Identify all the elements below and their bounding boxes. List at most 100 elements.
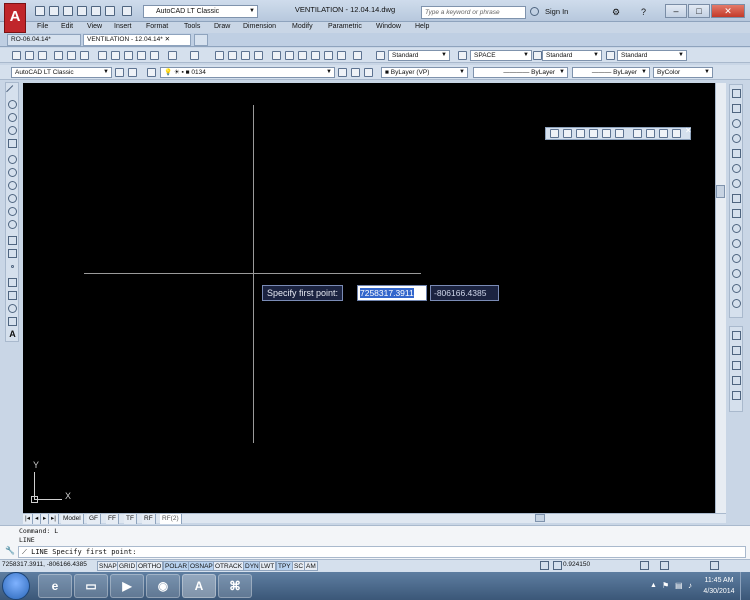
make-current-layer-icon[interactable] [338,68,347,77]
save-icon[interactable] [63,6,73,16]
clock-time[interactable]: 11:45 AM [701,577,737,584]
layer-properties-icon[interactable] [147,68,156,77]
zoom-window-icon[interactable] [241,51,250,60]
bring-to-front-icon[interactable] [732,331,741,340]
layout-tab-gf[interactable]: GF [87,514,102,524]
paste-icon[interactable] [124,51,133,60]
menu-file[interactable]: File [37,21,48,33]
copy-object-icon[interactable] [732,104,741,113]
polyline-icon[interactable] [8,113,17,122]
close-icon[interactable]: ✕ [685,126,692,135]
help-icon[interactable]: ? [641,7,646,17]
autocad-taskbar-button[interactable]: A [182,574,216,598]
menu-insert[interactable]: Insert [114,21,132,33]
publish-icon[interactable] [80,51,89,60]
save-as-icon[interactable] [77,6,87,16]
dimension-style-dropdown[interactable]: SPACE ▼ [470,50,532,61]
menu-window[interactable]: Window [376,21,401,33]
tab-document-ro[interactable]: RO-06.04.14* [7,34,81,46]
show-desktop-button[interactable] [740,572,750,600]
send-under-icon[interactable] [732,376,741,385]
start-button[interactable] [2,572,30,600]
clean-screen-icon[interactable] [710,561,719,570]
next-layout-button[interactable]: ▸ [41,514,49,524]
menu-view[interactable]: View [87,21,102,33]
menu-modify[interactable]: Modify [292,21,313,33]
break-icon[interactable] [732,254,741,263]
lineweight-dropdown[interactable]: ——— ByLayer ▼ [572,67,650,78]
help-icon[interactable] [353,51,362,60]
menu-tools[interactable]: Tools [184,21,200,33]
table-style-icon[interactable] [533,51,542,60]
snap-toggle[interactable]: SNAP [97,561,119,571]
layer-states-icon[interactable] [364,68,373,77]
exchange-icon[interactable]: ⚙ [612,7,620,18]
workspace-dropdown[interactable]: AutoCAD LT Classic ▼ [143,5,258,18]
plotstyle-dropdown[interactable]: ByColor ▼ [653,67,713,78]
command-line-input[interactable]: ⟋ LINE Specify first point: [18,546,746,558]
dynamic-input-x-field[interactable]: 7258317.3911 [357,285,427,301]
layout-tab-tf[interactable]: TF [124,514,137,524]
clock-date[interactable]: 4/30/2014 [701,588,737,595]
workspace-switch-icon[interactable] [640,561,649,570]
gradient-icon[interactable] [8,291,17,300]
close-icon[interactable]: ✕ [165,36,170,43]
vertical-scrollbar[interactable] [715,83,726,513]
make-block-icon[interactable] [8,249,17,258]
save-icon[interactable] [38,51,47,60]
linetype-dropdown[interactable]: ———— ByLayer ▼ [473,67,568,78]
am-toggle[interactable]: AM [304,561,318,571]
layer-previous-icon[interactable] [351,68,360,77]
chamfer-icon[interactable] [732,284,741,293]
menu-edit[interactable]: Edit [61,21,73,33]
layer-dropdown[interactable]: 💡 ☀ ▪ ■ 0134 ▼ [160,67,335,78]
redo-icon[interactable] [190,51,199,60]
zoom-realtime-icon[interactable] [228,51,237,60]
lock-icon[interactable] [660,561,669,570]
design-center-icon[interactable] [285,51,294,60]
command-customize-icon[interactable]: 🔧 [5,546,15,555]
join-icon[interactable] [732,269,741,278]
grid-toggle[interactable]: GRID [117,561,138,571]
osnap-toggle[interactable]: OSNAP [188,561,215,571]
multileader-style-dropdown[interactable]: Standard ▼ [617,50,687,61]
plot-preview-icon[interactable] [67,51,76,60]
layout-tab-rf2[interactable]: RF(2) [160,514,182,524]
circle-icon[interactable] [8,168,17,177]
scale-icon[interactable] [732,194,741,203]
annotation-scale[interactable]: 0.924150 [563,561,590,568]
ellipse-arc-icon[interactable] [8,220,17,229]
rotate-icon[interactable] [732,179,741,188]
pdf-reader-taskbar-button[interactable]: ⌘ [218,574,252,598]
new-icon[interactable] [12,51,21,60]
application-menu-button[interactable]: A [4,3,26,33]
arc-length-icon[interactable] [576,129,585,138]
construction-line-icon[interactable] [8,100,17,109]
table-icon[interactable] [8,317,17,326]
point-icon[interactable] [11,265,14,268]
tray-expand-icon[interactable]: ▲ [650,582,657,589]
layout-tab-ff[interactable]: FF [106,514,119,524]
match-properties-icon[interactable] [137,51,146,60]
menu-parametric[interactable]: Parametric [328,21,362,33]
spline-icon[interactable] [8,194,17,203]
aligned-dimension-icon[interactable] [563,129,572,138]
rectangle-icon[interactable] [8,139,17,148]
workspace-settings-icon[interactable] [115,68,124,77]
horizontal-scrollbar-thumb[interactable] [535,514,545,522]
properties-icon[interactable] [272,51,281,60]
tab-document-ventilation[interactable]: VENTILATION - 12.04.14* ✕ [83,34,191,46]
erase-icon[interactable] [732,89,741,98]
array-icon[interactable] [732,149,741,158]
send-to-back-icon[interactable] [732,346,741,355]
radius-dimension-icon[interactable] [602,129,611,138]
model-space-icon[interactable] [540,561,549,570]
baseline-dimension-icon[interactable] [659,129,668,138]
layout-tab-model[interactable]: Model [61,514,84,524]
continue-dimension-icon[interactable] [672,129,681,138]
floating-toolbar[interactable] [545,127,691,140]
fillet-icon[interactable] [732,299,741,308]
close-button[interactable]: ✕ [711,4,745,18]
new-file-icon[interactable] [35,6,45,16]
new-tab-button[interactable] [194,34,208,46]
